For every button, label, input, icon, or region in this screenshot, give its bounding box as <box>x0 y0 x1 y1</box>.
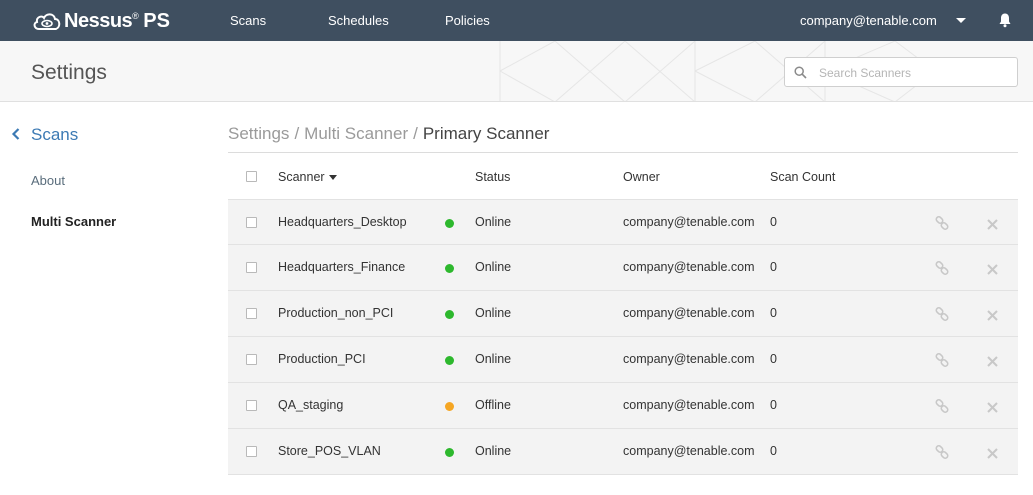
link-icon[interactable] <box>935 398 949 414</box>
row-checkbox[interactable] <box>246 400 257 411</box>
brand-name: Nessus® <box>64 9 139 32</box>
status-dot-icon <box>445 402 454 411</box>
link-icon[interactable] <box>935 306 949 322</box>
breadcrumb-separator: / <box>413 124 418 143</box>
status-dot-icon <box>445 356 454 365</box>
breadcrumb-current: Primary Scanner <box>422 124 550 143</box>
row-checkbox[interactable] <box>246 217 257 228</box>
row-checkbox[interactable] <box>246 354 257 365</box>
scanner-status: Online <box>475 215 512 229</box>
row-checkbox[interactable] <box>246 446 257 457</box>
bell-icon[interactable] <box>997 12 1013 28</box>
scanner-name[interactable]: QA_staging <box>278 398 343 412</box>
scanner-owner: company@tenable.com <box>623 260 755 274</box>
breadcrumb-settings[interactable]: Settings <box>228 124 289 143</box>
scanner-scan-count: 0 <box>770 306 777 320</box>
table-row[interactable]: Production_PCI Online company@tenable.com 0 <box>228 337 1018 383</box>
table-row[interactable]: Production_non_PCI Online company@tenable.… <box>228 291 1018 337</box>
column-header-scan-count[interactable]: Scan Count <box>770 170 835 184</box>
search-icon <box>794 66 807 79</box>
table-row[interactable]: Headquarters_Desktop Online company@tenabl… <box>228 199 1018 245</box>
breadcrumb-multi-scanner[interactable]: Multi Scanner <box>304 124 408 143</box>
scanner-status: Online <box>475 260 512 274</box>
delete-icon[interactable] <box>987 354 998 367</box>
nessus-logo[interactable]: Nessus® PS <box>32 9 170 33</box>
table-row[interactable]: Store_POS_VLAN Online company@tenable.com 0 <box>228 429 1018 475</box>
scanner-status: Offline <box>475 398 511 412</box>
delete-icon[interactable] <box>987 262 998 275</box>
brand-edition: PS <box>143 9 170 32</box>
link-icon[interactable] <box>935 260 949 276</box>
scanner-scan-count: 0 <box>770 215 777 229</box>
scanner-name[interactable]: Production_non_PCI <box>278 306 393 320</box>
column-header-status[interactable]: Status <box>475 170 510 184</box>
scanner-owner: company@tenable.com <box>623 352 755 366</box>
top-navigation-bar: Nessus® PS Scans Schedules Policies comp… <box>0 0 1033 41</box>
scanner-owner: company@tenable.com <box>623 215 755 229</box>
scanner-scan-count: 0 <box>770 352 777 366</box>
column-header-owner[interactable]: Owner <box>623 170 660 184</box>
table-row[interactable]: Headquarters_Finance Online company@tenabl… <box>228 245 1018 291</box>
delete-icon[interactable] <box>987 308 998 321</box>
scanner-scan-count: 0 <box>770 444 777 458</box>
search-input[interactable] <box>819 64 1009 82</box>
delete-icon[interactable] <box>987 446 998 459</box>
breadcrumb-separator: / <box>294 124 300 143</box>
table-row[interactable]: QA_staging Offline company@tenable.com 0 <box>228 383 1018 429</box>
scanner-status: Online <box>475 444 512 458</box>
row-checkbox[interactable] <box>246 262 257 273</box>
sidebar-item-multi-scanner[interactable]: Multi Scanner <box>31 214 116 229</box>
scanner-owner: company@tenable.com <box>623 306 755 320</box>
scanner-scan-count: 0 <box>770 398 777 412</box>
breadcrumb: Settings / Multi Scanner / Primary Scanner <box>228 124 549 144</box>
scanner-status: Online <box>475 306 512 320</box>
sidebar-back-scans[interactable]: Scans <box>31 125 78 145</box>
link-icon[interactable] <box>935 215 949 231</box>
scanner-scan-count: 0 <box>770 260 777 274</box>
page-header: Settings <box>0 41 1033 102</box>
cloud-eye-logo-icon <box>33 13 61 30</box>
status-dot-icon <box>445 219 454 228</box>
status-dot-icon <box>445 448 454 457</box>
search-box[interactable] <box>784 57 1018 87</box>
delete-icon[interactable] <box>987 400 998 413</box>
page-title: Settings <box>31 61 107 84</box>
user-menu[interactable]: company@tenable.com <box>800 13 937 28</box>
scanner-owner: company@tenable.com <box>623 398 755 412</box>
nav-scans[interactable]: Scans <box>230 13 266 28</box>
status-dot-icon <box>445 264 454 273</box>
scanner-owner: company@tenable.com <box>623 444 755 458</box>
scanner-name[interactable]: Store_POS_VLAN <box>278 444 381 458</box>
link-icon[interactable] <box>935 444 949 460</box>
scanner-status: Online <box>475 352 512 366</box>
scanner-name[interactable]: Production_PCI <box>278 352 366 366</box>
sidebar-item-about[interactable]: About <box>31 173 65 188</box>
status-dot-icon <box>445 310 454 319</box>
chevron-left-icon[interactable] <box>11 128 21 140</box>
nav-policies[interactable]: Policies <box>445 13 490 28</box>
caret-down-icon[interactable] <box>956 18 966 23</box>
divider <box>228 152 1018 153</box>
link-icon[interactable] <box>935 352 949 368</box>
column-scanner-label: Scanner <box>278 170 325 184</box>
sort-desc-icon <box>328 175 337 181</box>
select-all-checkbox[interactable] <box>246 171 257 182</box>
scanner-name[interactable]: Headquarters_Finance <box>278 260 405 274</box>
row-checkbox[interactable] <box>246 308 257 319</box>
column-header-scanner[interactable]: Scanner <box>278 170 337 184</box>
delete-icon[interactable] <box>987 217 998 230</box>
scanner-name[interactable]: Headquarters_Desktop <box>278 215 407 229</box>
nav-schedules[interactable]: Schedules <box>328 13 389 28</box>
